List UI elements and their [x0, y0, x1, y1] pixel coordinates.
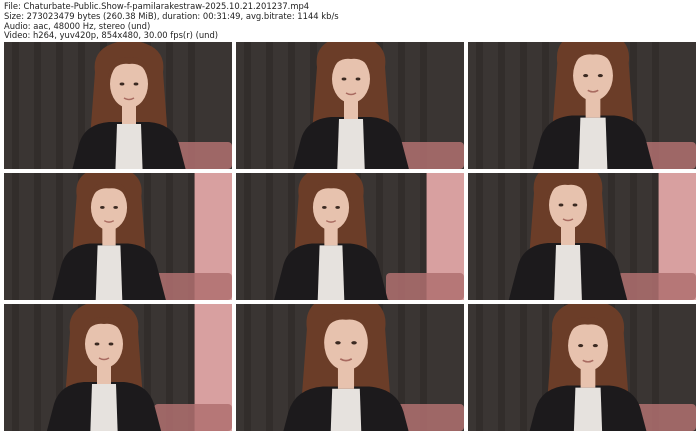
video-thumbnail [468, 173, 696, 300]
file-name-line: File: Chaturbate-Public.Show-f-pamilarak… [4, 2, 310, 11]
video-thumbnail [236, 173, 464, 300]
video-info-line: Video: h264, yuv420p, 854x480, 30.00 fps… [4, 31, 219, 41]
thumbnail-image [236, 42, 464, 169]
file-size-line: Size: 273023479 bytes (260.38 MiB), dura… [4, 11, 339, 21]
thumbnail-image [4, 42, 232, 169]
video-thumbnail [468, 304, 696, 431]
video-thumbnail [4, 173, 232, 300]
audio-info-line: Audio: aac, 48000 Hz, stereo (und) [4, 21, 151, 31]
video-thumbnail [468, 42, 696, 169]
video-thumbnail [4, 42, 232, 169]
thumbnail-grid [4, 42, 696, 434]
thumbnail-image [4, 304, 232, 431]
video-info-header: File: Chaturbate-Public.Show-f-pamilarak… [4, 2, 696, 41]
video-thumbnail [236, 42, 464, 169]
video-thumbnail [4, 304, 232, 431]
thumbnail-image [468, 304, 696, 431]
thumbnail-image [468, 173, 696, 300]
thumbnail-image [236, 304, 464, 431]
video-thumbnail [236, 304, 464, 431]
thumbnail-image [4, 173, 232, 300]
thumbnail-image [236, 173, 464, 300]
thumbnail-image [468, 42, 696, 169]
